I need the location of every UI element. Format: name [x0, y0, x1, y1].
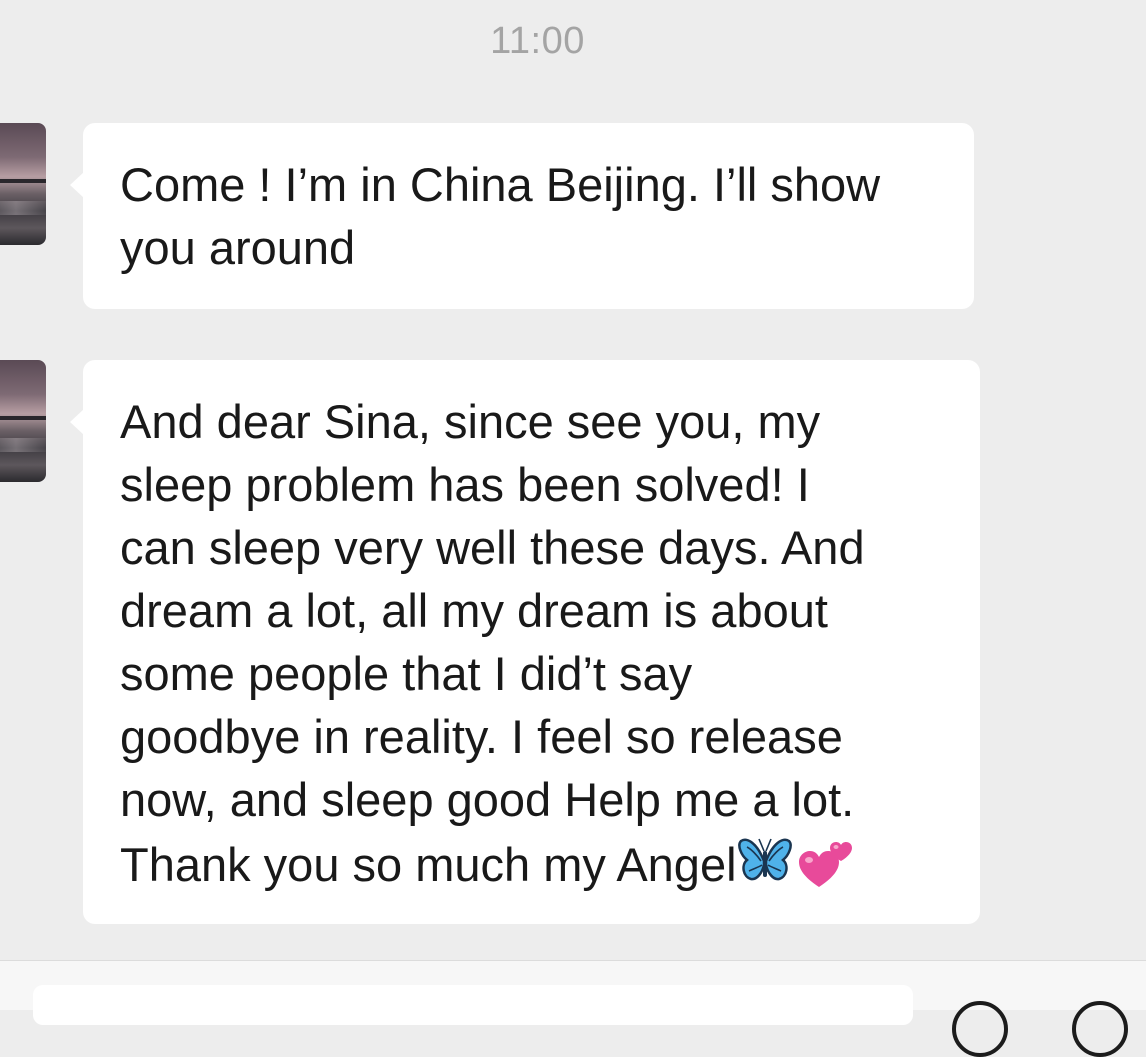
two-hearts-emoji: [797, 831, 857, 906]
contact-avatar[interactable]: [0, 123, 46, 245]
message-line: goodbye in reality. I feel so release: [120, 710, 843, 763]
message-line: can sleep very well these days. And: [120, 521, 865, 574]
message-line: Come ! I’m in China Beijing. I’ll show: [120, 158, 881, 211]
emoji-button[interactable]: [952, 1001, 1008, 1057]
message-line: you around: [120, 221, 356, 274]
message-text: And dear Sina, since see you, my sleep p…: [83, 360, 980, 906]
message-bubble[interactable]: And dear Sina, since see you, my sleep p…: [70, 360, 980, 924]
message-line: sleep problem has been solved! I: [120, 458, 810, 511]
message-line-last: Thank you so much my Angel: [120, 831, 944, 906]
message-line: now, and sleep good Help me a lot.: [120, 773, 855, 826]
more-button[interactable]: [1072, 1001, 1128, 1057]
message-line-text: Thank you so much my Angel: [120, 837, 737, 891]
message-timestamp: 11:00: [490, 20, 585, 62]
bubble-tail: [70, 172, 84, 198]
message-line: And dear Sina, since see you, my: [120, 395, 821, 448]
chat-input-bar: [0, 960, 1146, 1057]
avatar-horizon: [0, 179, 46, 183]
message-line: dream a lot, all my dream is about: [120, 584, 828, 637]
avatar-horizon: [0, 416, 46, 420]
message-line: some people that I did’t say: [120, 647, 693, 700]
butterfly-emoji: [737, 835, 793, 902]
bubble-tail: [70, 409, 84, 435]
message-input[interactable]: [33, 985, 913, 1025]
message-text: Come ! I’m in China Beijing. I’ll show y…: [83, 123, 974, 279]
avatar-water-shine: [0, 201, 46, 215]
avatar-water-shine: [0, 438, 46, 452]
message-bubble[interactable]: Come ! I’m in China Beijing. I’ll show y…: [70, 123, 974, 309]
contact-avatar[interactable]: [0, 360, 46, 482]
